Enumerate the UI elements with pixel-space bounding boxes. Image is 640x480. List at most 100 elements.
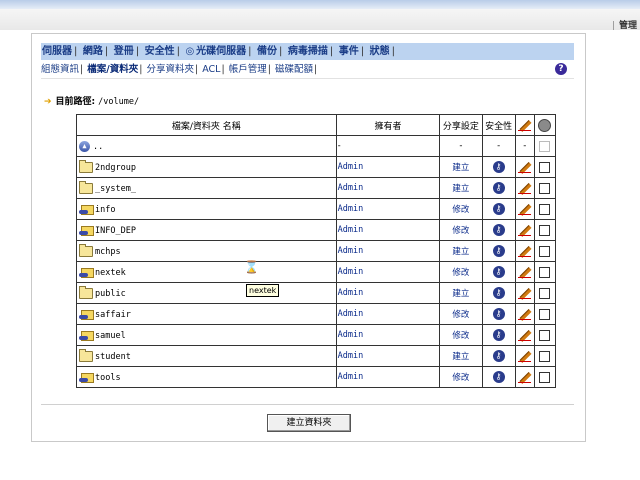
folder-name[interactable]: 2ndgroup <box>95 163 136 173</box>
header-owner[interactable]: 擁有者 <box>335 114 441 136</box>
owner-link[interactable]: Admin <box>335 240 441 262</box>
table-row[interactable]: samuel Admin 修改 ⚷ <box>76 324 557 346</box>
row-checkbox[interactable] <box>539 245 551 257</box>
row-checkbox[interactable] <box>539 161 551 173</box>
pencil-icon[interactable] <box>517 182 532 194</box>
row-checkbox[interactable] <box>539 350 551 362</box>
folder-name[interactable]: samuel <box>95 331 126 341</box>
key-icon[interactable]: ⚷ <box>492 350 505 362</box>
row-checkbox[interactable] <box>539 287 551 299</box>
key-icon[interactable]: ⚷ <box>492 245 505 257</box>
folder-name[interactable]: INFO_DEP <box>95 226 136 236</box>
folder-name-cell[interactable]: samuel <box>76 324 337 346</box>
pencil-icon[interactable] <box>517 308 532 320</box>
owner-link[interactable]: Admin <box>335 303 441 325</box>
share-link[interactable]: 修改 <box>439 324 483 346</box>
row-checkbox[interactable] <box>539 203 551 215</box>
key-icon[interactable]: ⚷ <box>492 203 505 215</box>
key-icon[interactable]: ⚷ <box>492 266 505 278</box>
table-row[interactable]: info Admin 修改 ⚷ <box>76 198 557 220</box>
key-icon[interactable]: ⚷ <box>492 308 505 320</box>
share-link[interactable]: 修改 <box>439 219 483 241</box>
table-row[interactable]: saffair Admin 修改 ⚷ <box>76 303 557 325</box>
owner-link[interactable]: Admin <box>335 219 441 241</box>
share-link[interactable]: 建立 <box>439 177 483 199</box>
owner-link[interactable]: Admin <box>335 282 441 304</box>
pencil-icon[interactable] <box>517 287 532 299</box>
submenu-files-folders[interactable]: 檔案/資料夾 <box>87 64 138 75</box>
up-arrow-icon[interactable]: ▲ <box>79 140 90 152</box>
submenu-shared-folders[interactable]: 分享資料夾 <box>146 64 194 75</box>
folder-name-cell[interactable]: nextek <box>76 261 337 283</box>
table-row[interactable]: mchps Admin 建立 ⚷ <box>76 240 557 262</box>
share-link[interactable]: 建立 <box>439 282 483 304</box>
table-row[interactable]: tools Admin 修改 ⚷ <box>76 366 557 388</box>
table-row[interactable]: student Admin 建立 ⚷ <box>76 345 557 367</box>
table-row-parent[interactable]: ▲.. - - - - <box>76 135 557 157</box>
help-icon[interactable]: ? <box>555 63 567 75</box>
folder-name-cell[interactable]: student <box>76 345 337 367</box>
key-icon[interactable]: ⚷ <box>492 371 505 383</box>
pencil-icon[interactable] <box>517 266 532 278</box>
row-checkbox[interactable] <box>539 224 551 236</box>
pencil-icon[interactable] <box>517 203 532 215</box>
owner-link[interactable]: Admin <box>335 366 441 388</box>
folder-name[interactable]: mchps <box>95 247 121 257</box>
key-icon[interactable]: ⚷ <box>492 287 505 299</box>
submenu-account-mgmt[interactable]: 帳戶管理 <box>229 64 267 75</box>
table-row[interactable]: 2ndgroup Admin 建立 ⚷ <box>76 156 557 178</box>
folder-name[interactable]: student <box>95 352 131 362</box>
create-folder-button[interactable]: 建立資料夾 <box>267 414 351 432</box>
folder-name-cell[interactable]: saffair <box>76 303 337 325</box>
folder-name[interactable]: saffair <box>95 310 131 320</box>
key-icon[interactable]: ⚷ <box>492 182 505 194</box>
table-row[interactable]: _system_ Admin 建立 ⚷ <box>76 177 557 199</box>
header-name[interactable]: 檔案/資料夾 名稱 <box>76 114 337 136</box>
folder-name[interactable]: info <box>95 205 115 215</box>
share-link[interactable]: 修改 <box>439 198 483 220</box>
table-row[interactable]: public Admin 建立 ⚷ <box>76 282 557 304</box>
folder-name-cell[interactable]: 2ndgroup <box>76 156 337 178</box>
pencil-icon[interactable] <box>517 224 532 236</box>
share-link[interactable]: 修改 <box>439 303 483 325</box>
share-link[interactable]: 建立 <box>439 345 483 367</box>
trash-icon[interactable] <box>538 118 552 132</box>
owner-link[interactable]: Admin <box>335 324 441 346</box>
folder-name-cell[interactable]: mchps <box>76 240 337 262</box>
row-checkbox[interactable] <box>539 329 551 341</box>
folder-name-cell[interactable]: info <box>76 198 337 220</box>
folder-name-cell[interactable]: tools <box>76 366 337 388</box>
menu-server[interactable]: 伺服器 <box>41 46 73 57</box>
submenu-disk-quota[interactable]: 磁碟配額 <box>275 64 313 75</box>
owner-link[interactable]: Admin <box>335 177 441 199</box>
menu-events[interactable]: 事件 <box>338 46 360 57</box>
pencil-icon[interactable] <box>517 329 532 341</box>
folder-name-cell[interactable]: public <box>76 282 337 304</box>
parent-dir-cell[interactable]: ▲.. <box>76 135 337 157</box>
menu-security[interactable]: 安全性 <box>144 46 176 57</box>
owner-link[interactable]: Admin <box>335 156 441 178</box>
row-checkbox[interactable] <box>539 308 551 320</box>
row-checkbox[interactable] <box>539 182 551 194</box>
owner-link[interactable]: Admin <box>335 261 441 283</box>
share-link[interactable]: 建立 <box>439 156 483 178</box>
menu-status[interactable]: 狀態 <box>369 46 391 57</box>
pencil-icon[interactable] <box>517 245 532 257</box>
row-checkbox[interactable] <box>539 266 551 278</box>
menu-disc-server[interactable]: 光碟伺服器 <box>195 46 247 57</box>
folder-name-cell[interactable]: _system_ <box>76 177 337 199</box>
pencil-icon[interactable] <box>517 371 532 383</box>
menu-network[interactable]: 網路 <box>82 46 104 57</box>
submenu-acl[interactable]: ACL <box>202 64 220 75</box>
menu-virus-scan[interactable]: 病毒掃描 <box>287 46 329 57</box>
key-icon[interactable]: ⚷ <box>492 161 505 173</box>
folder-name[interactable]: _system_ <box>95 184 136 194</box>
share-link[interactable]: 修改 <box>439 366 483 388</box>
submenu-config-info[interactable]: 組態資訊 <box>41 64 79 75</box>
menu-registry[interactable]: 登冊 <box>113 46 135 57</box>
row-checkbox[interactable] <box>539 371 551 383</box>
pencil-icon[interactable] <box>517 350 532 362</box>
table-row[interactable]: nextek Admin 修改 ⚷ <box>76 261 557 283</box>
folder-name[interactable]: public <box>95 289 126 299</box>
folder-name[interactable]: nextek <box>95 268 126 278</box>
